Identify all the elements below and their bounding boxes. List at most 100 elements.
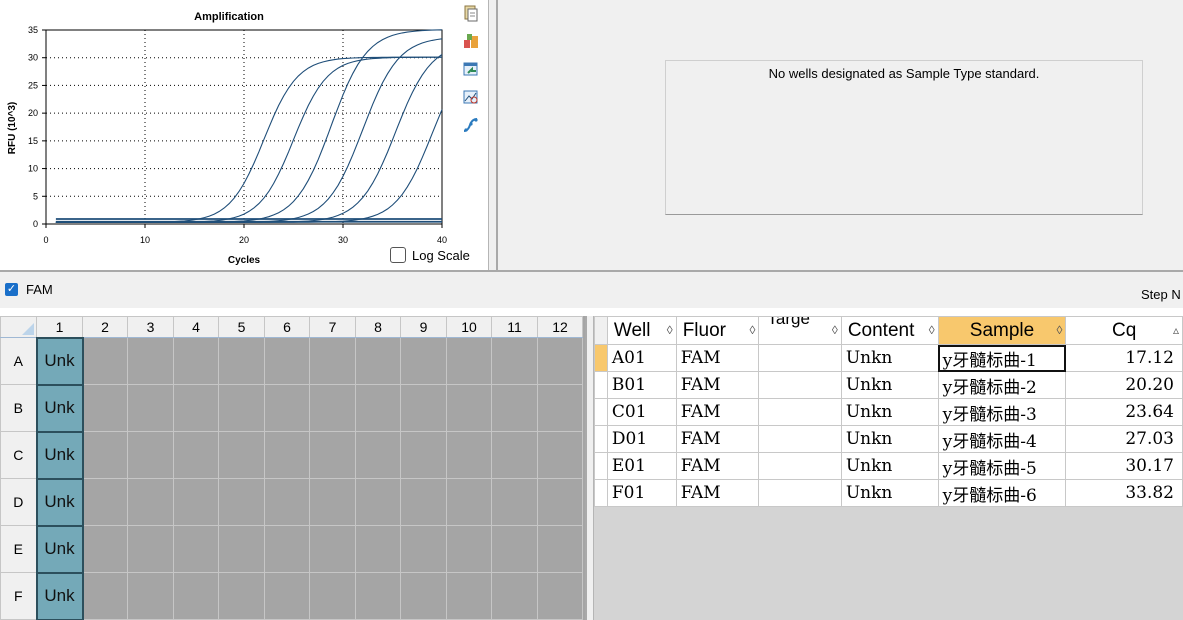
plate-column-header[interactable]: 10 xyxy=(446,316,492,338)
plate-well-empty[interactable] xyxy=(127,525,174,573)
plate-well-empty[interactable] xyxy=(218,478,265,526)
plate-well-empty[interactable] xyxy=(491,384,538,432)
plate-well-empty[interactable] xyxy=(264,478,310,526)
plate-well-empty[interactable] xyxy=(173,384,219,432)
plate-well-empty[interactable] xyxy=(173,572,219,620)
cell-fluor[interactable]: FAM xyxy=(675,398,760,426)
cell-target[interactable] xyxy=(758,452,842,480)
curve-icon[interactable] xyxy=(462,116,480,134)
plate-well-empty[interactable] xyxy=(537,525,583,573)
plate-column-header[interactable]: 9 xyxy=(400,316,447,338)
row-selector[interactable] xyxy=(594,425,608,453)
plate-well-empty[interactable] xyxy=(309,384,356,432)
table-row[interactable]: F01 FAM Unkn y牙髓标曲-6 33.82 xyxy=(594,479,1183,507)
cell-content[interactable]: Unkn xyxy=(840,398,939,426)
column-header-content[interactable]: Content ◊ xyxy=(840,316,939,345)
plate-well-empty[interactable] xyxy=(400,384,447,432)
plate-well-empty[interactable] xyxy=(446,478,492,526)
plate-well-empty[interactable] xyxy=(127,478,174,526)
column-header-well[interactable]: Well ◊ xyxy=(606,316,677,345)
plate-well-unknown[interactable]: Unk xyxy=(35,524,84,574)
cell-fluor[interactable]: FAM xyxy=(675,371,760,399)
plate-well-empty[interactable] xyxy=(264,384,310,432)
plate-well-empty[interactable] xyxy=(173,431,219,479)
cell-content[interactable]: Unkn xyxy=(840,344,939,372)
plate-well-empty[interactable] xyxy=(82,337,128,385)
plate-well-unknown[interactable]: Unk xyxy=(35,383,84,433)
column-header-sample[interactable]: Sample ◊ xyxy=(937,316,1067,345)
row-selector-header[interactable] xyxy=(594,316,608,345)
cell-well[interactable]: E01 xyxy=(606,452,677,480)
fam-checkbox[interactable]: ✓ xyxy=(5,283,18,296)
plate-column-header[interactable]: 1 xyxy=(36,316,83,338)
plate-row-header[interactable]: C xyxy=(0,431,37,479)
cell-sample[interactable]: y牙髓标曲-2 xyxy=(937,371,1067,399)
plate-well-empty[interactable] xyxy=(309,431,356,479)
plate-well-empty[interactable] xyxy=(309,525,356,573)
cell-fluor[interactable]: FAM xyxy=(675,452,760,480)
row-selector[interactable] xyxy=(594,479,608,507)
plate-well-empty[interactable] xyxy=(82,384,128,432)
plate-column-header[interactable]: 8 xyxy=(355,316,401,338)
log-scale-toggle[interactable]: Log Scale xyxy=(390,247,470,263)
plate-well-empty[interactable] xyxy=(82,525,128,573)
plate-well-empty[interactable] xyxy=(446,337,492,385)
plate-well-empty[interactable] xyxy=(537,572,583,620)
cell-target[interactable] xyxy=(758,425,842,453)
column-header-target[interactable]: Targe ◊ xyxy=(758,316,842,345)
cell-cq[interactable]: 33.82 xyxy=(1065,479,1183,507)
table-row[interactable]: E01 FAM Unkn y牙髓标曲-5 30.17 xyxy=(594,452,1183,480)
plate-well-empty[interactable] xyxy=(446,431,492,479)
plate-well-empty[interactable] xyxy=(218,337,265,385)
cell-fluor[interactable]: FAM xyxy=(675,479,760,507)
cell-cq[interactable]: 20.20 xyxy=(1065,371,1183,399)
plate-well-empty[interactable] xyxy=(355,572,401,620)
plate-column-header[interactable]: 6 xyxy=(264,316,310,338)
plate-well-empty[interactable] xyxy=(218,525,265,573)
cell-well[interactable]: F01 xyxy=(606,479,677,507)
plate-well-empty[interactable] xyxy=(355,384,401,432)
plate-well-empty[interactable] xyxy=(491,525,538,573)
plate-well-empty[interactable] xyxy=(127,572,174,620)
plate-well-empty[interactable] xyxy=(264,525,310,573)
plate-well-empty[interactable] xyxy=(400,525,447,573)
plate-well-empty[interactable] xyxy=(82,572,128,620)
plate-well-empty[interactable] xyxy=(173,337,219,385)
cell-content[interactable]: Unkn xyxy=(840,425,939,453)
row-selector[interactable] xyxy=(594,452,608,480)
cell-cq[interactable]: 23.64 xyxy=(1065,398,1183,426)
plate-well-empty[interactable] xyxy=(491,337,538,385)
cell-well[interactable]: B01 xyxy=(606,371,677,399)
plate-row-header[interactable]: F xyxy=(0,572,37,620)
plate-well-empty[interactable] xyxy=(218,572,265,620)
plate-well-empty[interactable] xyxy=(400,572,447,620)
plate-well-empty[interactable] xyxy=(491,431,538,479)
cell-sample[interactable]: y牙髓标曲-1 xyxy=(937,344,1067,372)
plate-well-empty[interactable] xyxy=(537,478,583,526)
plate-row-header[interactable]: E xyxy=(0,525,37,573)
plate-column-header[interactable]: 12 xyxy=(537,316,583,338)
refresh-icon[interactable] xyxy=(462,60,480,78)
cell-well[interactable]: D01 xyxy=(606,425,677,453)
cell-well[interactable]: A01 xyxy=(606,344,677,372)
plate-corner[interactable] xyxy=(0,316,37,338)
plate-well-unknown[interactable]: Unk xyxy=(35,477,84,527)
table-row[interactable]: A01 FAM Unkn y牙髓标曲-1 17.12 xyxy=(594,344,1183,372)
plate-well-unknown[interactable]: Unk xyxy=(35,336,84,386)
zoom-chart-icon[interactable] xyxy=(462,88,480,106)
plate-well-empty[interactable] xyxy=(537,337,583,385)
plate-well-empty[interactable] xyxy=(400,337,447,385)
plate-column-header[interactable]: 3 xyxy=(127,316,174,338)
plate-well-empty[interactable] xyxy=(537,431,583,479)
cell-target[interactable] xyxy=(758,398,842,426)
cell-content[interactable]: Unkn xyxy=(840,371,939,399)
cell-target[interactable] xyxy=(758,371,842,399)
plate-well-empty[interactable] xyxy=(355,478,401,526)
plate-well-empty[interactable] xyxy=(127,337,174,385)
plate-well-empty[interactable] xyxy=(82,478,128,526)
plate-well-unknown[interactable]: Unk xyxy=(35,430,84,480)
plate-well-empty[interactable] xyxy=(309,478,356,526)
cell-content[interactable]: Unkn xyxy=(840,452,939,480)
plate-column-header[interactable]: 5 xyxy=(218,316,265,338)
plate-row-header[interactable]: A xyxy=(0,337,37,385)
